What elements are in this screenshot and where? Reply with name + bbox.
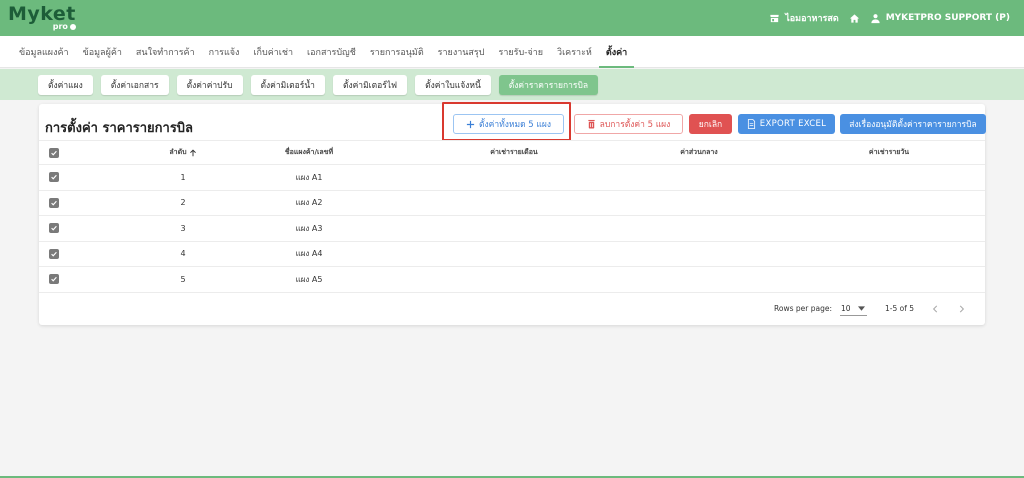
nav-item-reports[interactable]: รายงานสรุป (431, 36, 492, 68)
logo-dot-icon (69, 24, 76, 30)
subtab-invoice-settings[interactable]: ตั้งค่าใบแจ้งหนี้ (415, 74, 491, 95)
row-stall-name: แผง A5 (295, 274, 323, 284)
table-row[interactable]: 4 แผง A4 (39, 242, 985, 267)
next-page-button[interactable] (959, 296, 965, 321)
header-common-fee[interactable]: ค่าส่วนกลาง (659, 141, 739, 164)
cancel-button[interactable]: ยกเลิก (689, 114, 732, 134)
check-icon (51, 150, 57, 156)
table-row[interactable]: 5 แผง A5 (39, 267, 985, 293)
header-no-label: ลำดับ (169, 148, 187, 156)
export-excel-button[interactable]: EXPORT EXCEL (738, 114, 835, 134)
highlight-box (442, 102, 571, 141)
row-checkbox[interactable] (49, 197, 59, 208)
row-no: 1 (180, 172, 186, 182)
select-all-checkbox[interactable] (49, 147, 59, 158)
row-no: 4 (180, 249, 186, 259)
row-no: 2 (180, 198, 186, 208)
nav-item-income-expense[interactable]: รายรับ-จ่าย (491, 36, 550, 68)
delete-settings-button[interactable]: ลบการตั้งค่า 5 แผง (574, 114, 683, 134)
check-icon (51, 175, 57, 180)
nav-item-notices[interactable]: การแจ้ง (202, 36, 247, 68)
chevron-right-icon (959, 305, 965, 312)
bill-price-table: ลำดับ ชื่อแผงค้า/เลขที่ ค่าเช่ารายเดือน … (39, 140, 985, 293)
user-icon (871, 13, 880, 23)
nav-item-stalls[interactable]: ข้อมูลแผงค้า (12, 36, 76, 68)
row-checkbox[interactable] (49, 274, 59, 285)
home-icon (849, 13, 859, 23)
trash-icon (588, 119, 595, 129)
document-icon (747, 119, 755, 129)
subtab-electric-meter-settings[interactable]: ตั้งค่ามิเตอร์ไฟ (332, 74, 408, 95)
row-stall-name: แผง A1 (295, 172, 323, 182)
subtab-water-meter-settings[interactable]: ตั้งค่ามิเตอร์น้ำ (250, 74, 325, 95)
home-button[interactable] (849, 13, 860, 24)
check-icon (51, 226, 57, 231)
store-icon (770, 14, 779, 22)
table-row[interactable]: 1 แผง A1 (39, 165, 985, 191)
row-checkbox-cell (49, 191, 59, 216)
nav-item-analysis[interactable]: วิเคราะห์ (550, 36, 599, 68)
header-no[interactable]: ลำดับ (161, 141, 205, 164)
subtab-bill-item-price-settings[interactable]: ตั้งค่าราคารายการบิล (498, 74, 599, 95)
row-no: 3 (180, 223, 186, 233)
arrow-up-icon (189, 148, 196, 156)
settings-subtabs: ตั้งค่าแผง ตั้งค่าเอกสาร ตั้งค่าค่าปรับ … (0, 69, 1024, 100)
row-checkbox[interactable] (49, 223, 59, 234)
prev-page-button[interactable] (932, 296, 938, 321)
rows-per-page-select[interactable]: 10 (841, 296, 865, 321)
store-selector[interactable]: ไอมอาหารสด (769, 11, 839, 25)
header-monthly-rent[interactable]: ค่าเช่ารายเดือน (464, 141, 564, 164)
chevron-left-icon (932, 305, 938, 312)
header-stall-name[interactable]: ชื่อแผงค้า/เลขที่ (269, 141, 349, 164)
row-checkbox-cell (49, 242, 59, 267)
nav-item-accounting-docs[interactable]: เอกสารบัญชี (300, 36, 363, 68)
nav-item-vendors[interactable]: ข้อมูลผู้ค้า (76, 36, 129, 68)
table-row[interactable]: 3 แผง A3 (39, 216, 985, 242)
rows-per-page-label: Rows per page: (774, 304, 832, 313)
export-excel-label: EXPORT EXCEL (759, 119, 827, 129)
check-icon (51, 200, 57, 206)
nav-item-interested[interactable]: สนใจทำการค้า (129, 36, 202, 68)
rows-per-page-underline (840, 315, 867, 316)
check-icon (51, 251, 57, 257)
row-checkbox[interactable] (49, 172, 59, 183)
nav-item-approvals[interactable]: รายการอนุมัติ (363, 36, 431, 68)
top-right-menu: ไอมอาหารสด MYKETPRO SUPPORT (P) (769, 11, 1010, 25)
user-label: MYKETPRO SUPPORT (P) (885, 13, 1010, 23)
nav-item-settings[interactable]: ตั้งค่า (598, 36, 635, 68)
store-label: ไอมอาหารสด (785, 14, 839, 24)
subtab-stall-settings[interactable]: ตั้งค่าแผง (38, 74, 93, 95)
subtab-fine-settings[interactable]: ตั้งค่าค่าปรับ (176, 74, 243, 95)
rows-per-page-value: 10 (841, 304, 851, 313)
bill-price-card: การตั้งค่า ราคารายการบิล ตั้งค่าทั้งหมด … (39, 102, 986, 325)
top-bar: Myket pro ไอมอาหารสด MYKETPRO SUPPORT (P… (0, 0, 1024, 36)
row-checkbox-cell (49, 216, 59, 241)
logo[interactable]: Myket pro (8, 5, 76, 31)
table-row[interactable]: 2 แผง A2 (39, 191, 985, 216)
row-checkbox[interactable] (49, 248, 59, 259)
select-all-checkbox-cell (49, 141, 59, 164)
row-checkbox-cell (49, 165, 59, 190)
row-checkbox-cell (49, 267, 59, 292)
user-menu[interactable]: MYKETPRO SUPPORT (P) (870, 13, 1010, 24)
main-nav: ข้อมูลแผงค้า ข้อมูลผู้ค้า สนใจทำการค้า ก… (0, 36, 1024, 68)
delete-settings-label: ลบการตั้งค่า 5 แผง (599, 120, 671, 130)
row-stall-name: แผง A2 (295, 198, 323, 208)
logo-sub-text: pro (52, 22, 68, 31)
pagination-range: 1-5 of 5 (885, 304, 915, 313)
caret-down-icon (857, 306, 865, 311)
row-no: 5 (180, 274, 186, 284)
row-stall-name: แผง A4 (295, 249, 323, 259)
table-pagination: Rows per page: 10 1-5 of 5 (39, 296, 985, 321)
check-icon (51, 277, 57, 282)
send-approval-button[interactable]: ส่งเรื่องอนุมัติตั้งค่าราคารายการบิล (840, 114, 986, 134)
table-header-row: ลำดับ ชื่อแผงค้า/เลขที่ ค่าเช่ารายเดือน … (39, 140, 985, 165)
page-title: การตั้งค่า ราคารายการบิล (45, 121, 194, 136)
header-daily-rent[interactable]: ค่าเช่ารายวัน (849, 141, 929, 164)
row-stall-name: แผง A3 (295, 223, 323, 233)
logo-sub: pro (53, 23, 76, 31)
subtab-document-settings[interactable]: ตั้งค่าเอกสาร (100, 74, 169, 95)
nav-item-rent-collection[interactable]: เก็บค่าเช่า (246, 36, 300, 68)
